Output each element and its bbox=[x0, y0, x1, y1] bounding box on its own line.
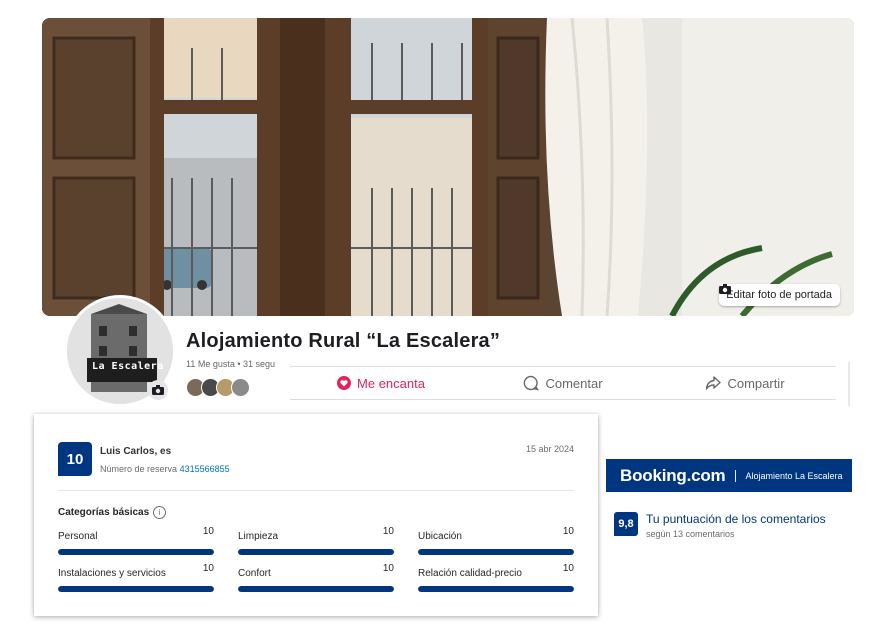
booking-logo: Booking.com bbox=[620, 465, 726, 485]
total-score-subtitle: según 13 comentarios bbox=[646, 529, 735, 539]
info-icon[interactable]: i bbox=[153, 506, 167, 519]
cover-photo-image bbox=[42, 18, 854, 316]
category-label: Personal bbox=[58, 531, 98, 542]
category-bar-fill bbox=[58, 586, 214, 592]
category-value: 10 bbox=[202, 526, 214, 537]
categories-heading: Categorías básicas i bbox=[58, 506, 167, 519]
comment-button[interactable]: Comentar bbox=[472, 367, 654, 399]
reviewer-name: Luis Carlos, es bbox=[100, 446, 172, 457]
category-value: 10 bbox=[562, 526, 574, 537]
category-bar-fill bbox=[418, 549, 574, 555]
page-title: Alojamiento Rural “La Escalera” bbox=[186, 330, 501, 352]
category-label: Instalaciones y servicios bbox=[58, 568, 166, 579]
category-bar-fill bbox=[238, 586, 394, 592]
share-label: Compartir bbox=[727, 375, 785, 391]
heart-icon bbox=[337, 376, 352, 390]
comment-icon bbox=[524, 375, 540, 391]
category-bar-fill bbox=[418, 586, 574, 592]
category-label: Confort bbox=[238, 568, 271, 579]
total-score-badge: 9,8 bbox=[614, 512, 638, 536]
edit-cover-label: Editar foto de portada bbox=[726, 289, 832, 301]
booking-number: Número de reserva 4315566855 bbox=[100, 464, 230, 474]
category-bar bbox=[418, 549, 574, 555]
category-limpieza: Limpieza 10 bbox=[238, 526, 394, 555]
love-button[interactable]: Me encanta bbox=[290, 367, 472, 399]
category-personal: Personal 10 bbox=[58, 526, 214, 555]
edit-cover-photo-button[interactable]: Editar foto de portada bbox=[719, 284, 840, 306]
category-bar bbox=[58, 549, 214, 555]
booking-header[interactable]: Booking.com Alojamiento La Escalera bbox=[606, 459, 852, 492]
category-bar bbox=[418, 586, 574, 592]
follower-avatar bbox=[231, 378, 250, 397]
category-value: 10 bbox=[382, 563, 394, 574]
change-avatar-button[interactable] bbox=[148, 380, 168, 400]
avatar-logo-text: La Escalera bbox=[92, 361, 164, 372]
share-icon bbox=[706, 376, 722, 390]
category-bar-fill bbox=[238, 549, 394, 555]
share-button[interactable]: Compartir bbox=[654, 367, 836, 399]
category-calidad-precio: Relación calidad-precio 10 bbox=[418, 563, 574, 592]
divider bbox=[58, 490, 574, 491]
love-label: Me encanta bbox=[357, 375, 425, 391]
category-label: Relación calidad-precio bbox=[418, 568, 522, 579]
divider bbox=[735, 469, 737, 482]
page-stats[interactable]: 11 Me gusta • 31 segu bbox=[186, 359, 275, 369]
category-instalaciones: Instalaciones y servicios 10 bbox=[58, 563, 214, 592]
category-bar bbox=[238, 586, 394, 592]
cover-photo: Editar foto de portada bbox=[42, 18, 854, 316]
comment-label: Comentar bbox=[545, 375, 603, 391]
total-score-title[interactable]: Tu puntuación de los comentarios bbox=[646, 512, 826, 526]
category-confort: Confort 10 bbox=[238, 563, 394, 592]
category-value: 10 bbox=[202, 563, 214, 574]
divider bbox=[848, 362, 850, 406]
category-bar-fill bbox=[58, 549, 214, 555]
review-date: 15 abr 2024 bbox=[525, 444, 574, 454]
category-label: Limpieza bbox=[238, 531, 279, 542]
booking-number-link[interactable]: 4315566855 bbox=[180, 464, 230, 474]
camera-icon bbox=[152, 385, 164, 395]
categories-title: Categorías básicas bbox=[58, 507, 150, 518]
category-ubicacion: Ubicación 10 bbox=[418, 526, 574, 555]
camera-icon bbox=[719, 284, 732, 294]
booking-number-label: Número de reserva bbox=[100, 464, 178, 474]
category-bar bbox=[58, 586, 214, 592]
follower-avatars[interactable] bbox=[186, 378, 250, 397]
category-value: 10 bbox=[382, 526, 394, 537]
review-score-badge: 10 bbox=[58, 442, 92, 476]
post-action-bar: Me encanta Comentar Compartir bbox=[290, 366, 836, 400]
category-value: 10 bbox=[562, 563, 574, 574]
review-card: 10 Luis Carlos, es Número de reserva 431… bbox=[34, 414, 598, 616]
category-bar bbox=[238, 549, 394, 555]
property-name: Alojamiento La Escalera bbox=[745, 470, 843, 481]
category-label: Ubicación bbox=[418, 531, 462, 542]
